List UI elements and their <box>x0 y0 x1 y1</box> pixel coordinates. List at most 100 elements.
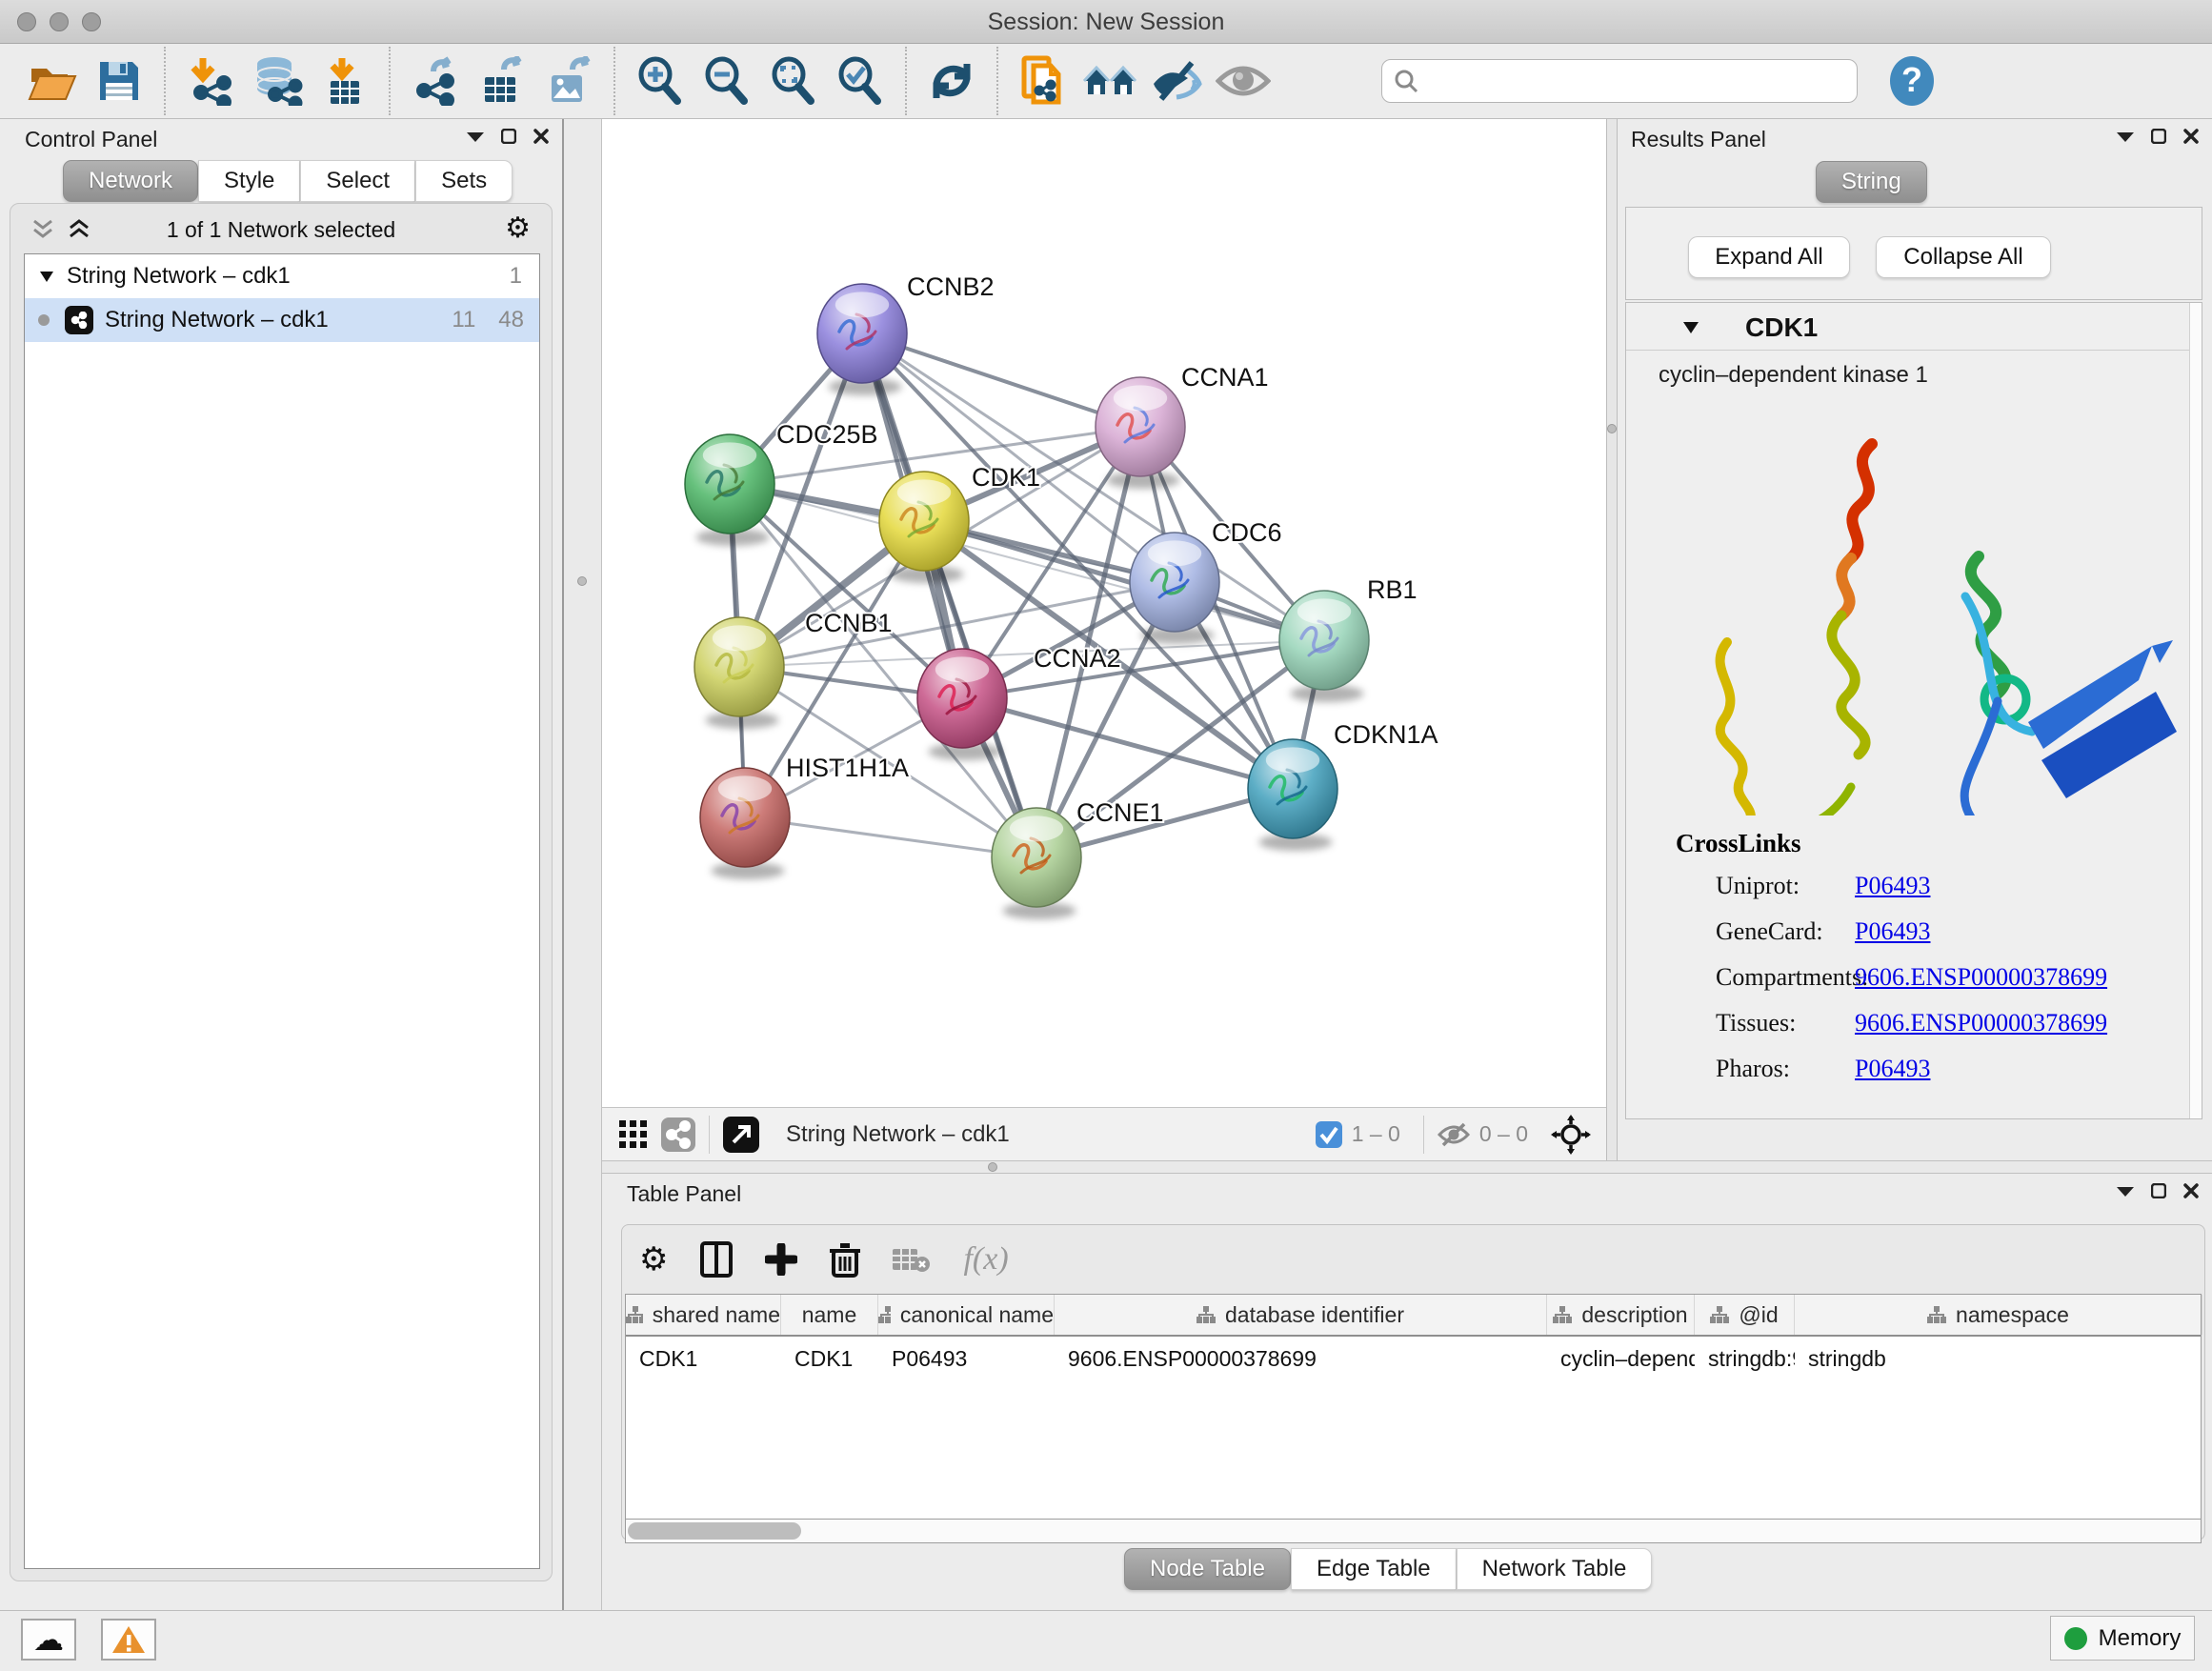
table-horizontal-scrollbar[interactable] <box>625 1519 2202 1543</box>
column-header--id[interactable]: @id <box>1695 1295 1795 1335</box>
node-CDKN1A[interactable] <box>1248 739 1337 851</box>
network-options-gear-icon[interactable]: ⚙ <box>505 211 531 245</box>
results-scrollbar[interactable] <box>2189 303 2202 1118</box>
panel-close-icon[interactable] <box>2183 129 2199 144</box>
warnings-button[interactable] <box>101 1619 156 1661</box>
expand-all-button[interactable]: Expand All <box>1688 236 1850 278</box>
collapse-all-button[interactable]: Collapse All <box>1876 236 2051 278</box>
node-HIST1H1A[interactable] <box>700 768 790 879</box>
tree-expand-icon[interactable] <box>40 272 53 282</box>
panel-collapse-icon[interactable] <box>467 131 484 142</box>
node-CCNE1[interactable] <box>992 808 1081 919</box>
table-cell[interactable]: CDK1 <box>781 1337 878 1380</box>
detach-view-icon[interactable] <box>723 1117 759 1153</box>
tab-network-table[interactable]: Network Table <box>1457 1548 1653 1590</box>
crosslink-value-link[interactable]: 9606.ENSP00000378699 <box>1855 963 2107 992</box>
export-table-button[interactable] <box>474 53 530 109</box>
table-options-gear-icon[interactable]: ⚙ <box>639 1240 668 1278</box>
tab-sets[interactable]: Sets <box>415 160 513 202</box>
table-cell[interactable]: 9606.ENSP00000378699 <box>1055 1337 1547 1380</box>
tab-style[interactable]: Style <box>198 160 300 202</box>
show-hidden-button[interactable] <box>1216 53 1271 109</box>
tab-node-table[interactable]: Node Table <box>1124 1548 1291 1590</box>
node-CDC25B[interactable] <box>685 434 774 546</box>
panel-collapse-icon[interactable] <box>2117 131 2134 142</box>
table-row[interactable]: CDK1CDK1P064939606.ENSP00000378699cyclin… <box>626 1337 2201 1380</box>
panel-float-icon[interactable] <box>2151 129 2166 144</box>
column-header-name[interactable]: name <box>781 1295 878 1335</box>
selected-checkbox-icon[interactable] <box>1316 1121 1342 1148</box>
hide-selected-button[interactable] <box>1149 53 1204 109</box>
crosslink-value-link[interactable]: P06493 <box>1855 917 1930 946</box>
network-collection-row[interactable]: String Network – cdk1 1 <box>25 254 539 298</box>
tab-edge-table[interactable]: Edge Table <box>1291 1548 1457 1590</box>
zoom-out-button[interactable] <box>699 53 754 109</box>
clone-network-button[interactable] <box>1016 53 1071 109</box>
search-input[interactable] <box>1426 69 1836 93</box>
cloud-button[interactable]: ☁ <box>21 1619 76 1661</box>
node-CCNB2[interactable] <box>817 284 907 395</box>
zoom-fit-button[interactable] <box>766 53 821 109</box>
table-cell[interactable]: P06493 <box>878 1337 1055 1380</box>
table-cell[interactable]: CDK1 <box>626 1337 781 1380</box>
memory-button[interactable]: Memory <box>2050 1616 2195 1661</box>
table-cell[interactable]: cyclin–dependent ... <box>1547 1337 1695 1380</box>
add-column-icon[interactable] <box>765 1243 797 1276</box>
node-CDK1[interactable] <box>879 472 969 583</box>
import-table-button[interactable] <box>316 53 372 109</box>
grid-view-icon[interactable] <box>619 1120 648 1149</box>
import-network-database-button[interactable] <box>250 53 305 109</box>
export-image-button[interactable] <box>541 53 596 109</box>
open-session-button[interactable] <box>25 53 80 109</box>
delete-column-icon[interactable] <box>830 1241 860 1278</box>
search-field[interactable] <box>1381 59 1858 103</box>
tab-select[interactable]: Select <box>300 160 415 202</box>
panel-collapse-icon[interactable] <box>2117 1185 2134 1197</box>
node-table[interactable]: shared namename canonical namedatabase id… <box>625 1294 2202 1519</box>
crosslink-value-link[interactable]: P06493 <box>1855 872 1930 900</box>
zoom-selected-button[interactable] <box>833 53 888 109</box>
table-cell[interactable]: stringdb <box>1795 1337 2202 1380</box>
node-CDC6[interactable] <box>1130 533 1219 644</box>
zoom-in-button[interactable] <box>633 53 688 109</box>
column-header-canonical-name[interactable]: canonical name <box>878 1295 1055 1335</box>
apply-layout-button[interactable] <box>924 53 979 109</box>
network-graph[interactable]: CCNB2CCNA1CDC25BCDK1CDC6RB1CCNB1CCNA2CDK… <box>602 119 1606 1107</box>
column-header-namespace[interactable]: namespace <box>1795 1295 2202 1335</box>
column-visibility-icon[interactable] <box>700 1241 733 1278</box>
export-network-button[interactable] <box>408 53 463 109</box>
left-splitter[interactable] <box>562 119 602 1610</box>
section-collapse-icon[interactable] <box>1683 322 1699 333</box>
table-cell[interactable]: stringdb:9... <box>1695 1337 1795 1380</box>
panel-close-icon[interactable] <box>2183 1183 2199 1198</box>
column-header-label: canonical name <box>900 1302 1054 1328</box>
column-header-database-identifier[interactable]: database identifier <box>1055 1295 1547 1335</box>
tab-string[interactable]: String <box>1816 161 1927 203</box>
protein-section-header[interactable]: CDK1 <box>1626 303 2202 351</box>
network-view-toggle-icon[interactable] <box>661 1117 695 1152</box>
column-header-description[interactable]: description <box>1547 1295 1695 1335</box>
panel-float-icon[interactable] <box>501 129 516 144</box>
panel-float-icon[interactable] <box>2151 1183 2166 1198</box>
save-session-button[interactable] <box>91 53 147 109</box>
crosslink-value-link[interactable]: P06493 <box>1855 1055 1930 1083</box>
network-collection-label: String Network – cdk1 <box>67 263 291 290</box>
navigator-crosshair-icon[interactable] <box>1551 1115 1591 1155</box>
scrollbar-thumb[interactable] <box>628 1522 801 1540</box>
column-header-shared-name[interactable]: shared name <box>626 1295 781 1335</box>
hidden-counts: 0 – 0 <box>1479 1121 1528 1147</box>
panel-close-icon[interactable] <box>533 129 549 144</box>
tab-network[interactable]: Network <box>63 160 198 202</box>
network-row[interactable]: String Network – cdk1 11 48 <box>25 298 539 342</box>
node-RB1[interactable] <box>1279 591 1369 702</box>
node-CCNA2[interactable] <box>917 649 1007 760</box>
column-mapping-icon <box>1196 1306 1216 1323</box>
horizontal-splitter[interactable] <box>602 1160 2212 1174</box>
crosslink-value-link[interactable]: 9606.ENSP00000378699 <box>1855 1009 2107 1037</box>
node-CCNB1[interactable] <box>694 617 784 729</box>
help-button[interactable]: ? <box>1884 53 1940 109</box>
home-button[interactable] <box>1082 53 1137 109</box>
hidden-eye-icon <box>1438 1122 1470 1147</box>
right-splitter[interactable] <box>1606 119 1618 1160</box>
import-network-file-button[interactable] <box>183 53 238 109</box>
